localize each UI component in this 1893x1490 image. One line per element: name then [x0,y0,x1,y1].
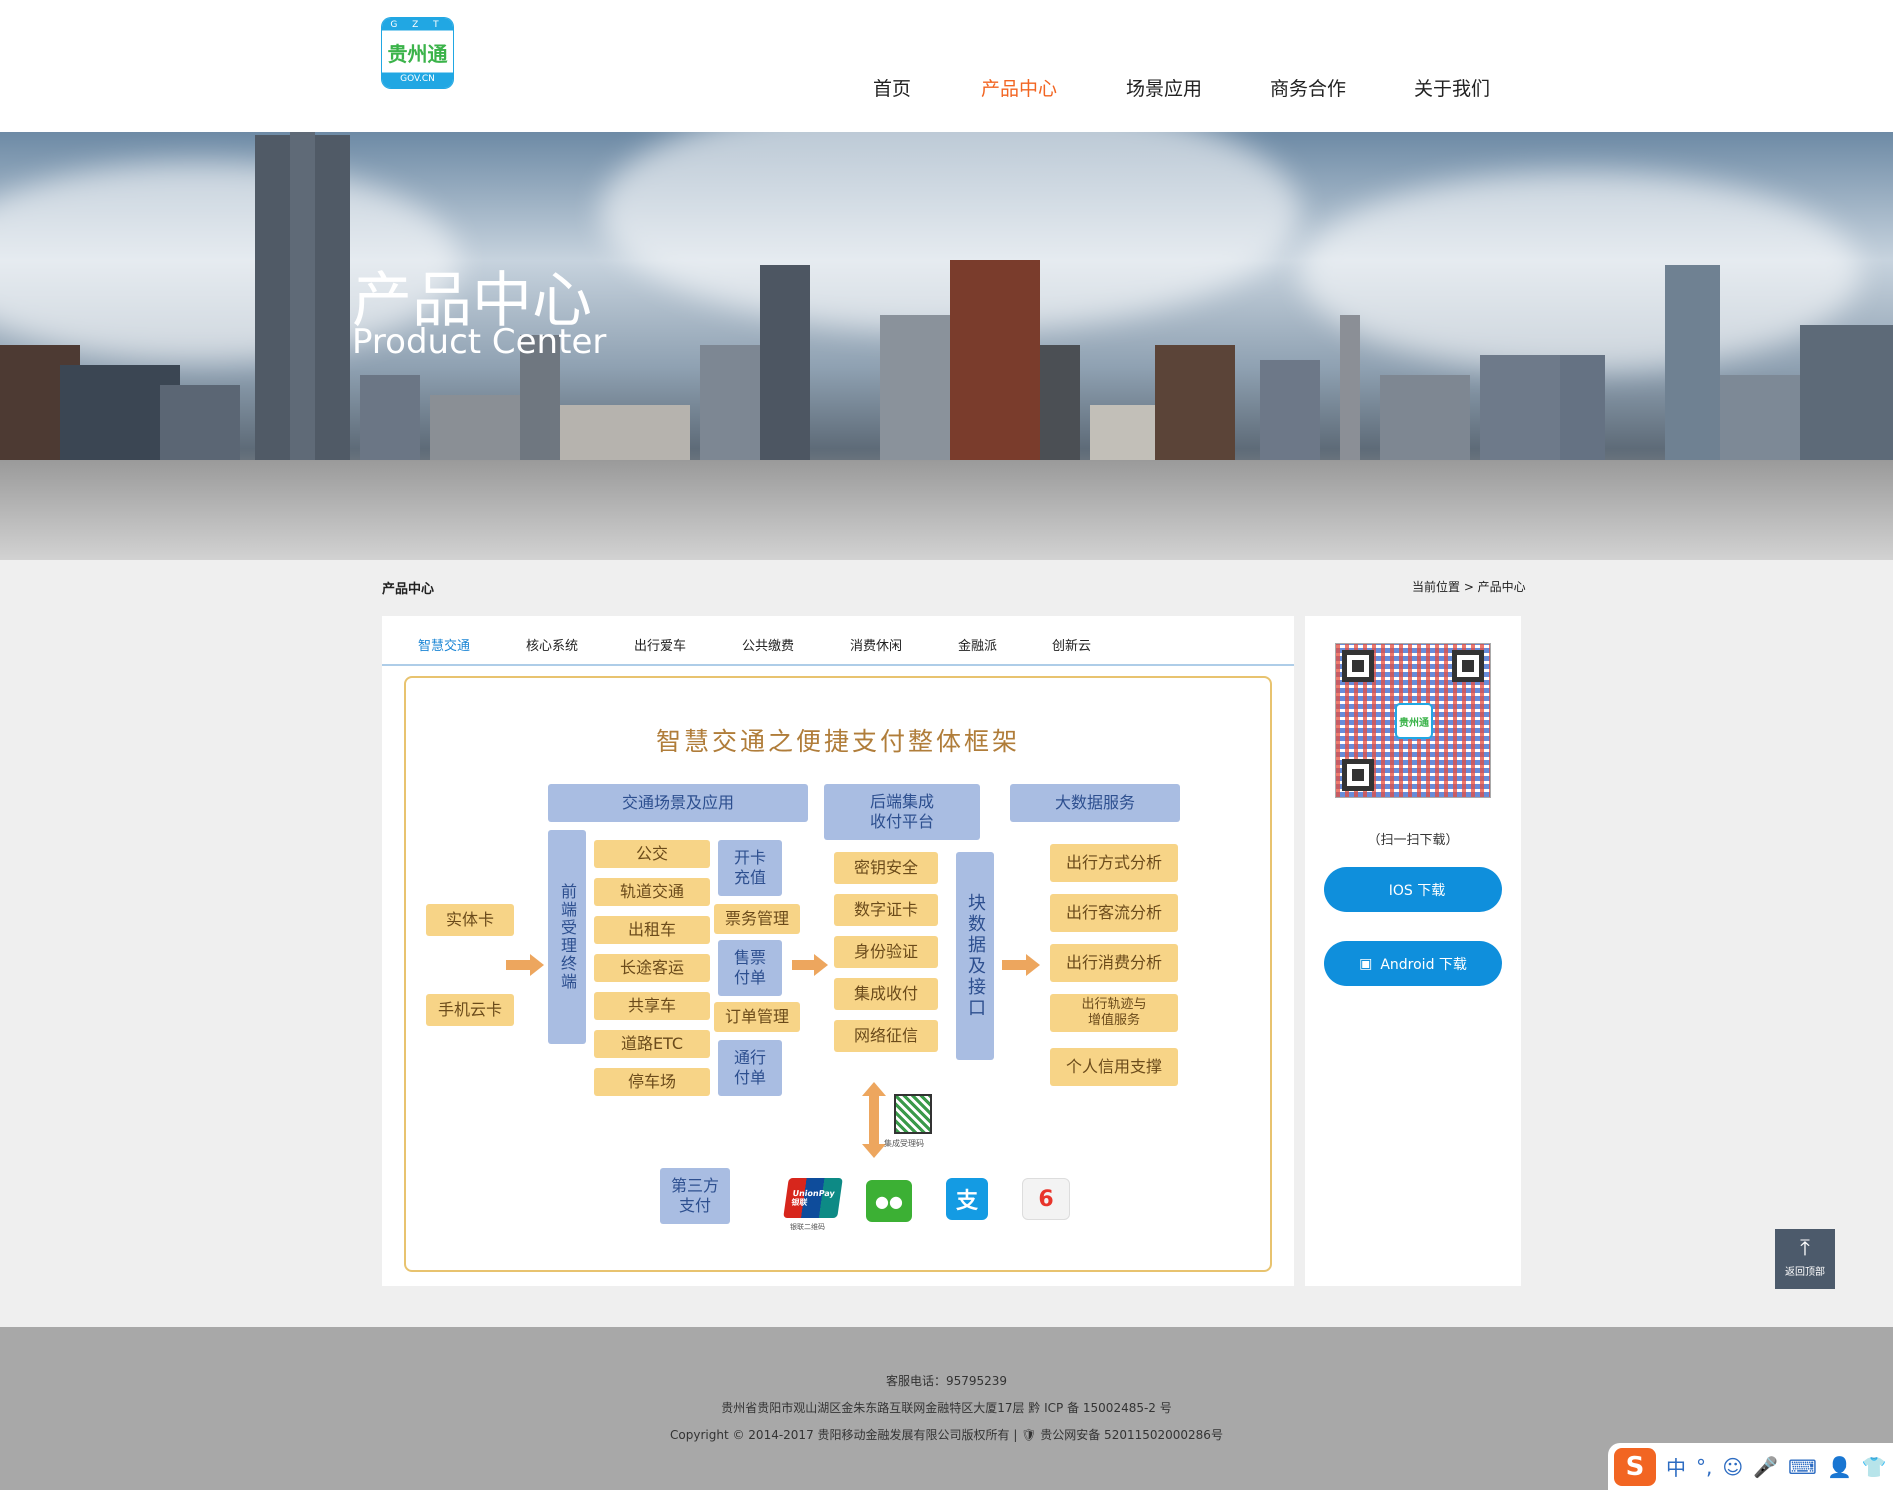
service-item: 售票 付单 [718,940,782,996]
scene-item: 出租车 [594,916,710,944]
logo-top-text: G Z T [390,20,445,30]
qr-label: 集成受理码 [884,1139,924,1148]
ime-lang-toggle[interactable]: 中 [1666,1452,1686,1481]
site-logo[interactable]: G Z T 贵州通 GOV.CN [382,18,453,88]
tab-public-payment[interactable]: 公共缴费 [742,635,794,654]
scene-item: 共享车 [594,992,710,1020]
arrow-to-backend [792,954,828,976]
unionpay-icon: UnionPay 银联 [783,1178,843,1218]
sogou-logo-icon[interactable]: S [1614,1447,1656,1486]
banner-subtitle: Product Center [352,322,607,362]
footer-address: 贵州省贵阳市观山湖区金朱东路互联网金融特区大厦17层 黔 ICP 备 15002… [721,1401,1172,1415]
tab-underline [382,664,1294,666]
android-icon: ▣ [1359,955,1373,972]
integrated-qr-code [894,1094,932,1134]
breadcrumb[interactable]: 当前位置 > 产品中心 [1412,578,1526,595]
payment-framework-diagram: 智慧交通之便捷支付整体框架 实体卡 手机云卡 交通场景及应用 前端受理终端 公交… [404,676,1272,1272]
footer-phone: 客服电话：95795239 [885,1374,1008,1388]
service-item: 票务管理 [714,904,800,934]
scene-item: 长途客运 [594,954,710,982]
scene-item: 停车场 [594,1068,710,1096]
nav-business[interactable]: 商务合作 [1270,74,1346,101]
qr-logo: 贵州通 [1395,703,1433,739]
bigdata-item: 出行客流分析 [1050,894,1178,932]
vertical-arrow [869,1090,879,1148]
backend-item: 身份验证 [834,936,938,968]
tab-innovation-cloud[interactable]: 创新云 [1052,635,1091,654]
back-to-top-button[interactable]: ⤒ 返回顶部 [1775,1229,1835,1289]
bigdata-item: 出行轨迹与 增值服务 [1050,994,1178,1032]
bigdata-item: 出行消费分析 [1050,944,1178,982]
android-download-label: Android 下载 [1380,956,1467,973]
nav-product-center[interactable]: 产品中心 [981,74,1057,101]
service-item: 订单管理 [714,1002,800,1032]
scan-hint: （扫一扫下载） [1367,833,1459,848]
bigdata-item: 出行方式分析 [1050,844,1178,882]
backend-item: 集成收付 [834,978,938,1010]
banner-image: 产品中心 Product Center [0,132,1893,560]
skin-icon[interactable]: 👕 [1862,1455,1887,1479]
scene-item: 公交 [594,840,710,868]
scene-item: 道路ETC [594,1030,710,1058]
android-download-button[interactable]: ▣ Android 下载 [1324,941,1502,986]
tab-smart-traffic[interactable]: 智慧交通 [418,635,470,654]
user-icon[interactable]: 👤 [1827,1455,1852,1479]
keyboard-icon[interactable]: ⌨ [1788,1455,1817,1479]
service-item: 通行 付单 [718,1040,782,1096]
section-title: 产品中心 [382,582,435,597]
arrow-up-icon: ⤒ [1800,1236,1810,1261]
tab-finance[interactable]: 金融派 [958,635,997,654]
ios-download-button[interactable]: IOS 下载 [1324,867,1502,912]
logo-name: 贵州通 [387,42,448,66]
unionpay-caption: 银联二维码 [790,1223,825,1231]
backend-header: 后端集成 收付平台 [824,784,980,840]
arrow-to-terminal [506,954,544,976]
mic-icon[interactable]: 🎤 [1753,1455,1778,1479]
alipay-icon: 支 [946,1178,988,1220]
yi-pay-icon: 6 [1022,1178,1070,1220]
backend-item: 网络征信 [834,1020,938,1052]
nav-home[interactable]: 首页 [873,74,911,101]
tab-consumer-leisure[interactable]: 消费休闲 [850,635,902,654]
arrow-up-head [862,1082,886,1096]
arrow-down-head [862,1144,886,1158]
tab-travel-car[interactable]: 出行爱车 [634,635,686,654]
ios-download-label: IOS 下载 [1388,882,1446,899]
emoji-icon[interactable]: ☺ [1722,1455,1743,1479]
third-party-payment: 第三方 支付 [660,1168,730,1224]
front-terminal: 前端受理终端 [548,830,586,1044]
backend-item: 密钥安全 [834,852,938,884]
tab-core-system[interactable]: 核心系统 [526,635,578,654]
wechat-icon: ●● [866,1180,912,1222]
card-mobile-cloud: 手机云卡 [426,994,514,1026]
site-header: G Z T 贵州通 GOV.CN 首页 产品中心 场景应用 商务合作 关于我们 [0,0,1893,132]
scene-header: 交通场景及应用 [548,784,808,822]
nav-about[interactable]: 关于我们 [1414,74,1490,101]
logo-domain: GOV.CN [400,74,435,84]
footer-copyright: Copyright © 2014-2017 贵阳移动金融发展有限公司版权所有 |… [670,1428,1223,1442]
arrow-to-bigdata [1002,954,1040,976]
ime-punct-toggle[interactable]: °, [1696,1455,1712,1479]
back-to-top-label: 返回顶部 [1785,1267,1825,1278]
backend-item: 数字证卡 [834,894,938,926]
bigdata-header: 大数据服务 [1010,784,1180,822]
bigdata-item: 个人信用支撑 [1050,1048,1178,1086]
data-interface: 块数据及接口 [956,852,994,1060]
ime-toolbar: S 中 °, ☺ 🎤 ⌨ 👤 👕 [1608,1443,1893,1490]
diagram-title: 智慧交通之便捷支付整体框架 [655,727,1020,756]
scene-item: 轨道交通 [594,878,710,906]
service-item: 开卡 充值 [718,840,782,896]
card-physical: 实体卡 [426,904,514,936]
nav-scene-apps[interactable]: 场景应用 [1126,74,1202,101]
